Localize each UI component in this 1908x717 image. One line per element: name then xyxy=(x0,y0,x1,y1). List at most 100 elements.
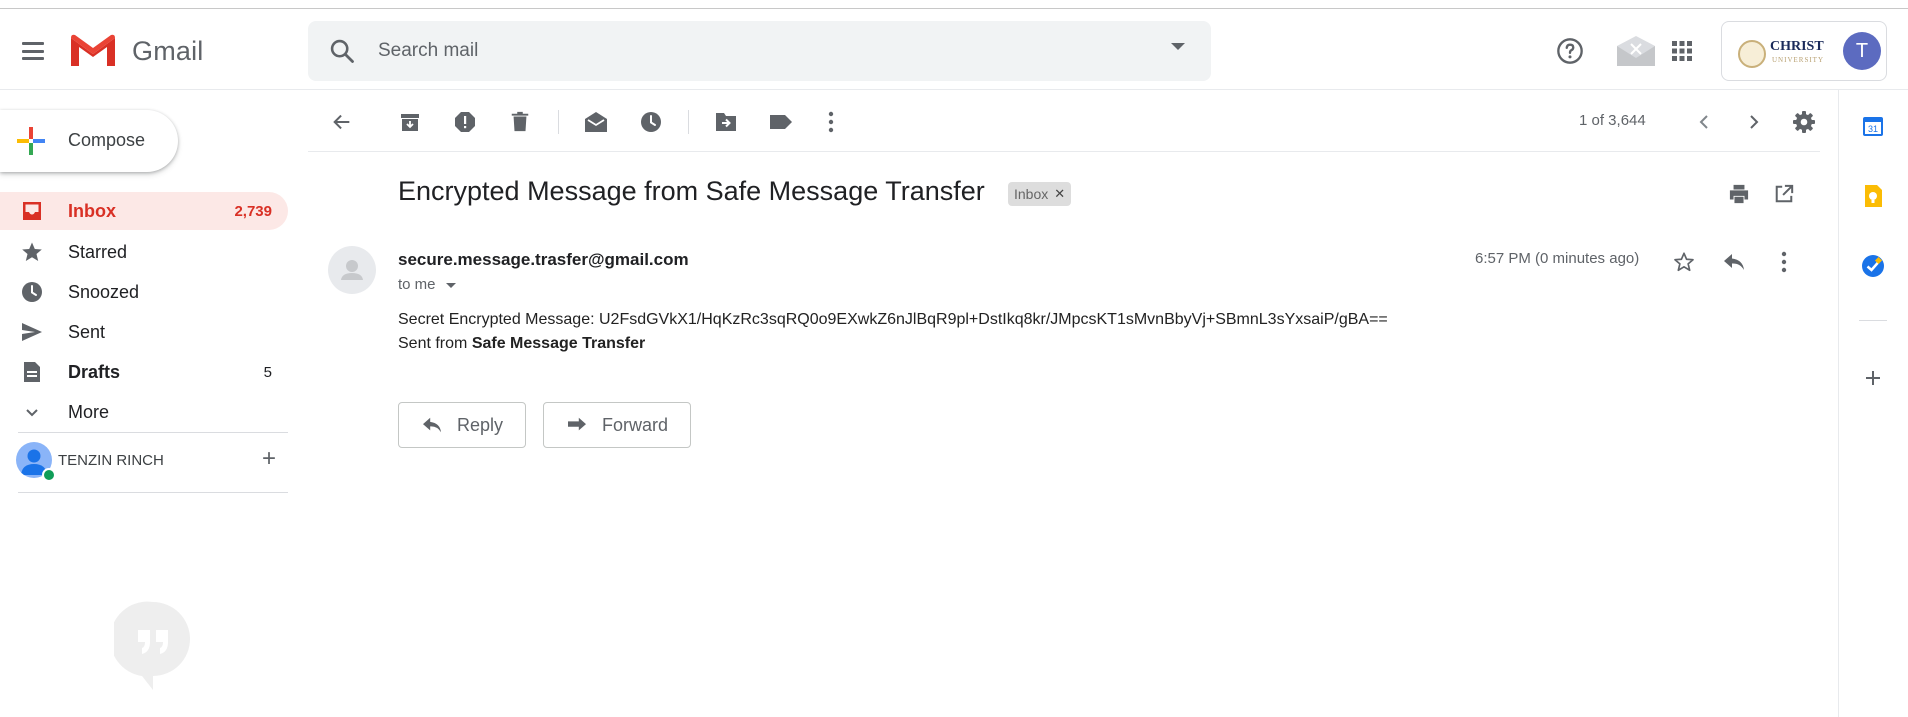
search-options-dropdown-icon[interactable] xyxy=(1171,43,1185,50)
plus-icon xyxy=(1866,371,1880,385)
university-seal-icon xyxy=(1738,40,1766,68)
unread-count: 2,739 xyxy=(234,203,272,220)
archive-button[interactable] xyxy=(392,104,428,140)
toolbar-separator xyxy=(688,110,689,134)
hangouts-user-name: TENZIN RINCH xyxy=(58,452,164,469)
account-avatar[interactable]: T xyxy=(1843,32,1881,70)
person-icon xyxy=(341,260,363,280)
window-top-edge xyxy=(0,0,1908,9)
compose-button[interactable]: Compose xyxy=(0,110,178,172)
sidebar-item-label: Drafts xyxy=(68,362,121,382)
forward-icon xyxy=(568,417,586,431)
online-status-icon xyxy=(42,468,56,482)
label-tag-icon xyxy=(770,115,792,129)
main-menu-button[interactable] xyxy=(14,36,52,66)
sidebar-item-label: Inbox xyxy=(68,201,116,221)
help-button[interactable] xyxy=(1550,31,1590,71)
mark-unread-icon xyxy=(585,112,607,132)
message-subject: Encrypted Message from Safe Message Tran… xyxy=(398,176,985,206)
add-contact-plus-icon[interactable]: + xyxy=(256,445,282,472)
tasks-check-icon xyxy=(1862,255,1884,277)
sidebar-item-label: More xyxy=(68,402,110,422)
more-options-button[interactable] xyxy=(813,104,849,140)
sidebar-item-label: Starred xyxy=(68,242,128,262)
sidebar-item-snoozed[interactable]: Snoozed xyxy=(0,273,288,311)
move-to-button[interactable] xyxy=(708,104,744,140)
arrow-back-icon xyxy=(333,114,350,130)
pagination-count: 1 of 3,644 xyxy=(1579,112,1646,129)
reply-button[interactable]: Reply xyxy=(398,402,527,448)
sidebar-divider xyxy=(18,432,288,433)
chevron-left-icon xyxy=(1699,115,1708,129)
star-icon xyxy=(22,242,42,261)
org-name: CHRIST xyxy=(1770,39,1824,54)
help-icon xyxy=(1557,38,1583,64)
trash-icon xyxy=(511,111,529,132)
chevron-right-icon xyxy=(1750,115,1759,129)
search-input[interactable] xyxy=(378,35,1138,67)
sidebar-item-more[interactable]: More xyxy=(0,393,288,431)
keep-button[interactable] xyxy=(1855,178,1891,214)
sidebar-item-drafts[interactable]: Drafts 5 xyxy=(0,353,288,391)
apps-grid-icon xyxy=(1672,41,1692,61)
app-name: Gmail xyxy=(132,36,204,66)
sidebar-item-inbox[interactable]: Inbox 2,739 xyxy=(0,192,288,230)
calendar-button[interactable]: 31 xyxy=(1855,108,1891,144)
star-outline-icon xyxy=(1674,252,1694,272)
offline-mail-button[interactable] xyxy=(1614,31,1658,71)
move-to-folder-icon xyxy=(716,113,736,131)
compose-plus-icon xyxy=(17,127,45,155)
recipient-details-toggle[interactable]: to me xyxy=(398,276,456,293)
open-in-new-window-button[interactable] xyxy=(1768,178,1800,210)
labels-button[interactable] xyxy=(763,104,799,140)
delete-button[interactable] xyxy=(502,104,538,140)
signature-app-name: Safe Message Transfer xyxy=(471,335,646,352)
message-toolbar: 1 of 3,644 xyxy=(308,90,1820,152)
back-button[interactable] xyxy=(324,104,360,140)
more-vert-icon xyxy=(828,111,834,133)
tasks-button[interactable] xyxy=(1855,248,1891,284)
side-panel-divider xyxy=(1859,320,1887,321)
snooze-button[interactable] xyxy=(633,104,669,140)
reply-icon xyxy=(1724,254,1744,270)
recipient-text: to me xyxy=(398,276,436,293)
chevron-down-icon xyxy=(26,409,38,417)
sidebar-divider xyxy=(18,492,288,493)
print-icon xyxy=(1729,184,1749,204)
search-icon[interactable] xyxy=(328,37,356,65)
header: Gmail CHRIST xyxy=(0,10,1908,90)
archive-icon xyxy=(401,114,419,131)
sender-email[interactable]: secure.message.trasfer@gmail.com xyxy=(398,250,689,270)
settings-button[interactable] xyxy=(1786,104,1822,140)
forward-button[interactable]: Forward xyxy=(543,402,692,448)
remove-label-icon[interactable]: ✕ xyxy=(1054,186,1065,202)
draft-file-icon xyxy=(24,362,40,382)
inbox-label-chip[interactable]: Inbox ✕ xyxy=(1008,182,1072,206)
older-button[interactable] xyxy=(1736,104,1772,140)
sidebar-item-sent[interactable]: Sent xyxy=(0,313,288,351)
star-button[interactable] xyxy=(1666,244,1702,280)
gear-icon xyxy=(1793,111,1815,133)
hangouts-user[interactable]: TENZIN RINCH + xyxy=(16,442,288,482)
apps-button[interactable] xyxy=(1662,31,1702,71)
hangouts-quote-icon[interactable] xyxy=(114,600,192,692)
sidebar-item-starred[interactable]: Starred xyxy=(0,233,288,271)
clock-icon xyxy=(641,112,661,132)
compose-label: Compose xyxy=(68,130,146,150)
print-all-button[interactable] xyxy=(1723,178,1755,210)
mark-unread-button[interactable] xyxy=(578,104,614,140)
gmail-logo-icon[interactable] xyxy=(68,32,118,68)
reply-icon-button[interactable] xyxy=(1716,244,1752,280)
get-addons-button[interactable] xyxy=(1855,360,1891,396)
label-name: Inbox xyxy=(1014,186,1049,202)
mail-envelope-icon xyxy=(1617,36,1655,66)
sender-avatar xyxy=(328,246,376,294)
newer-button[interactable] xyxy=(1686,104,1722,140)
clock-icon xyxy=(22,282,42,302)
report-spam-button[interactable] xyxy=(447,104,483,140)
caret-down-icon xyxy=(445,282,456,288)
side-panel: 31 xyxy=(1838,90,1908,717)
message-more-button[interactable] xyxy=(1766,244,1802,280)
org-subname: UNIVERSITY xyxy=(1772,56,1824,64)
sidebar-item-label: Snoozed xyxy=(68,282,140,302)
